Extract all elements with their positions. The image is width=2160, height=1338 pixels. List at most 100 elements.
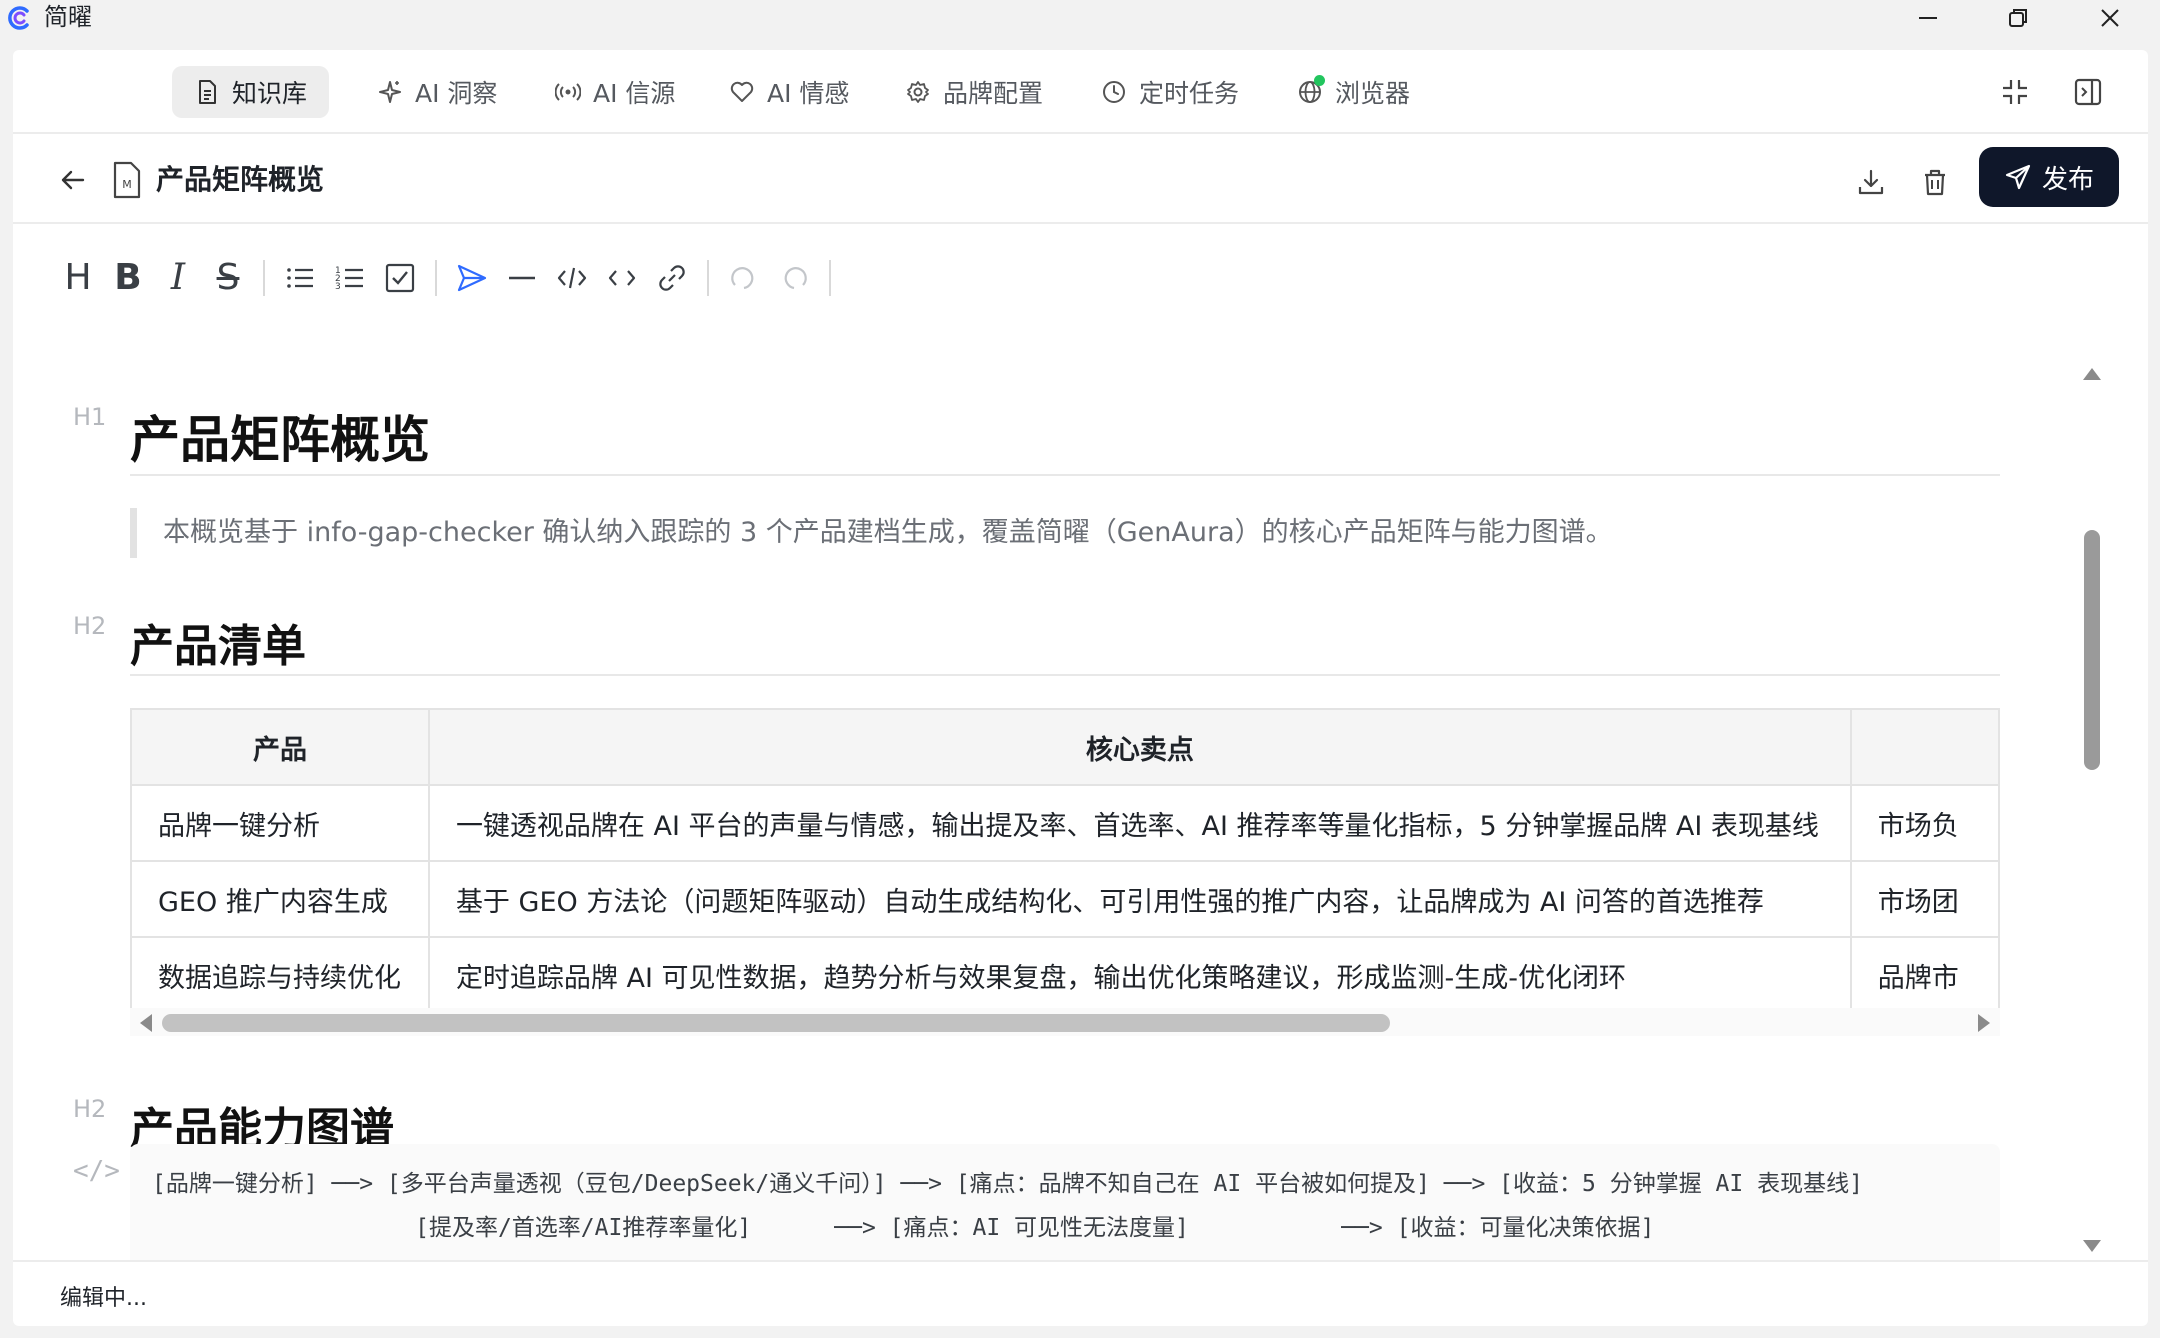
ordered-list-button[interactable]: 1 2 3 xyxy=(325,253,375,303)
ordered-list-icon: 1 2 3 xyxy=(335,266,363,292)
app-name: 简曜 xyxy=(44,3,92,31)
app-logo-icon xyxy=(8,6,29,30)
scroll-left-arrow-icon[interactable] xyxy=(140,1014,152,1032)
editor-content[interactable]: H1 产品矩阵概览 本概览基于 info-gap-checker 确认纳入跟踪的… xyxy=(13,340,2148,1260)
table-cell[interactable]: 一键透视品牌在 AI 平台的声量与情感，输出提及率、首选率、AI 推荐率等量化指… xyxy=(427,784,1852,862)
product-table: 产品 核心卖点 品牌一键分析 一键透视品牌在 AI 平台的声量与情感，输出提及率… xyxy=(130,708,2000,1008)
table-cell[interactable]: 市场负 xyxy=(1849,784,2000,862)
italic-icon: I xyxy=(170,257,186,298)
publish-label: 发布 xyxy=(2041,164,2094,195)
inline-code-button[interactable] xyxy=(597,253,647,303)
delete-button[interactable] xyxy=(1915,162,1955,202)
table-cell[interactable]: 数据追踪与持续优化 xyxy=(130,936,430,1008)
inline-code-icon xyxy=(608,270,636,286)
undo-icon xyxy=(731,267,754,290)
send-to-ai-button[interactable] xyxy=(447,253,497,303)
tab-ai-sentiment[interactable]: AI 情感 xyxy=(707,66,871,118)
document-icon xyxy=(194,79,220,105)
tab-scheduled-tasks[interactable]: 定时任务 xyxy=(1079,66,1261,118)
tab-ai-sources[interactable]: AI 信源 xyxy=(533,66,697,118)
horizontal-rule-button[interactable] xyxy=(497,253,547,303)
task-list-button[interactable] xyxy=(375,253,425,303)
heading-product-list: 产品清单 xyxy=(130,621,306,672)
redo-button[interactable] xyxy=(769,253,819,303)
back-button[interactable] xyxy=(53,160,93,200)
clock-icon xyxy=(1101,79,1127,105)
checkbox-icon xyxy=(385,263,415,293)
h2-marker: H2 xyxy=(73,1095,107,1123)
toolbar-divider xyxy=(829,260,831,296)
table-cell[interactable]: 市场团 xyxy=(1849,860,2000,938)
close-icon xyxy=(2101,9,2119,27)
column-header: 核心卖点 xyxy=(427,708,1852,786)
restore-button[interactable] xyxy=(1986,0,2050,36)
tab-brand-config[interactable]: 品牌配置 xyxy=(883,66,1065,118)
document-header: M 产品矩阵概览 发布 xyxy=(13,136,2148,224)
globe-icon xyxy=(1297,75,1325,105)
top-nav: 知识库 AI 洞察 AI 信源 AI 情感 品牌配置 定时任务 浏览器 xyxy=(13,50,2148,134)
editor-vertical-scrollbar[interactable] xyxy=(2076,360,2106,1260)
tab-label: 浏览器 xyxy=(1335,79,1411,108)
editor-toolbar: H B I S 1 2 3 xyxy=(53,248,841,308)
toolbar-divider xyxy=(707,260,709,296)
publish-button[interactable]: 发布 xyxy=(1979,147,2119,207)
collapse-view-button[interactable] xyxy=(1995,72,2035,112)
scroll-down-arrow-icon[interactable] xyxy=(2083,1240,2101,1252)
horizontal-rule-icon xyxy=(509,276,535,280)
code-block[interactable]: [品牌一键分析] ──> [多平台声量透视（豆包/DeepSeek/通义千问）]… xyxy=(130,1144,2000,1260)
svg-text:3: 3 xyxy=(335,282,341,292)
code-line: [品牌一键分析] ──> [多平台声量透视（豆包/DeepSeek/通义千问）]… xyxy=(152,1171,1863,1197)
strikethrough-button[interactable]: S xyxy=(203,253,253,303)
tab-knowledge-base[interactable]: 知识库 xyxy=(172,66,330,118)
title-bar: 简曜 xyxy=(0,0,2160,36)
heading-divider xyxy=(130,474,2000,476)
download-icon xyxy=(1858,169,1884,195)
markdown-file-icon: M xyxy=(113,161,141,199)
table-header-row: 产品 核心卖点 xyxy=(130,708,2000,786)
column-header: 产品 xyxy=(130,708,430,786)
link-button[interactable] xyxy=(647,253,697,303)
column-header xyxy=(1849,708,2000,786)
link-icon xyxy=(659,265,685,291)
table-cell[interactable]: GEO 推广内容生成 xyxy=(130,860,430,938)
tab-label: 知识库 xyxy=(232,79,308,108)
table-cell[interactable]: 基于 GEO 方法论（问题矩阵驱动）自动生成结构化、可引用性强的推广内容，让品牌… xyxy=(427,860,1852,938)
close-window-button[interactable] xyxy=(2078,0,2142,36)
bullet-list-button[interactable] xyxy=(275,253,325,303)
italic-button[interactable]: I xyxy=(153,253,203,303)
tab-ai-insight[interactable]: AI 洞察 xyxy=(355,66,519,118)
table-cell[interactable]: 品牌市 xyxy=(1849,936,2000,1008)
code-block-button[interactable] xyxy=(547,253,597,303)
table-row: GEO 推广内容生成 基于 GEO 方法论（问题矩阵驱动）自动生成结构化、可引用… xyxy=(130,860,2000,938)
minimize-arrows-icon xyxy=(2003,80,2027,104)
blockquote-text: 本概览基于 info-gap-checker 确认纳入跟踪的 3 个产品建档生成… xyxy=(163,517,1613,548)
table-cell[interactable]: 定时追踪品牌 AI 可见性数据，趋势分析与效果复盘，输出优化策略建议，形成监测-… xyxy=(427,936,1852,1008)
undo-button[interactable] xyxy=(719,253,769,303)
tab-browser[interactable]: 浏览器 xyxy=(1275,66,1432,118)
download-button[interactable] xyxy=(1851,162,1891,202)
redo-icon xyxy=(784,267,807,290)
table-horizontal-scrollbar[interactable] xyxy=(130,1008,2000,1036)
table-cell[interactable]: 品牌一键分析 xyxy=(130,784,430,862)
scrollbar-thumb[interactable] xyxy=(162,1014,1390,1032)
strikethrough-icon: S xyxy=(216,257,240,298)
editing-status: 编辑中... xyxy=(60,1286,147,1311)
sparkle-icon xyxy=(377,79,403,105)
bold-button[interactable]: B xyxy=(103,253,153,303)
send-icon xyxy=(2005,164,2031,190)
heading-button[interactable]: H xyxy=(53,253,103,303)
product-table-container[interactable]: 产品 核心卖点 品牌一键分析 一键透视品牌在 AI 平台的声量与情感，输出提及率… xyxy=(130,708,2000,1008)
scroll-right-arrow-icon[interactable] xyxy=(1978,1014,1990,1032)
h2-marker: H2 xyxy=(73,612,107,640)
code-line: [提及率/首选率/AI推荐率量化] ──> [痛点：AI 可见性无法度量] ──… xyxy=(152,1215,1655,1241)
tab-label: 品牌配置 xyxy=(943,79,1044,108)
scroll-up-arrow-icon[interactable] xyxy=(2083,368,2101,380)
arrow-left-icon xyxy=(61,170,85,190)
trash-icon xyxy=(1925,169,1945,196)
toggle-sidebar-button[interactable] xyxy=(2068,72,2108,112)
scrollbar-thumb[interactable] xyxy=(2084,530,2100,770)
heart-icon xyxy=(729,79,755,105)
minimize-button[interactable] xyxy=(1896,0,1960,36)
bold-icon: B xyxy=(114,257,142,298)
code-block-marker: </> xyxy=(73,1156,120,1186)
